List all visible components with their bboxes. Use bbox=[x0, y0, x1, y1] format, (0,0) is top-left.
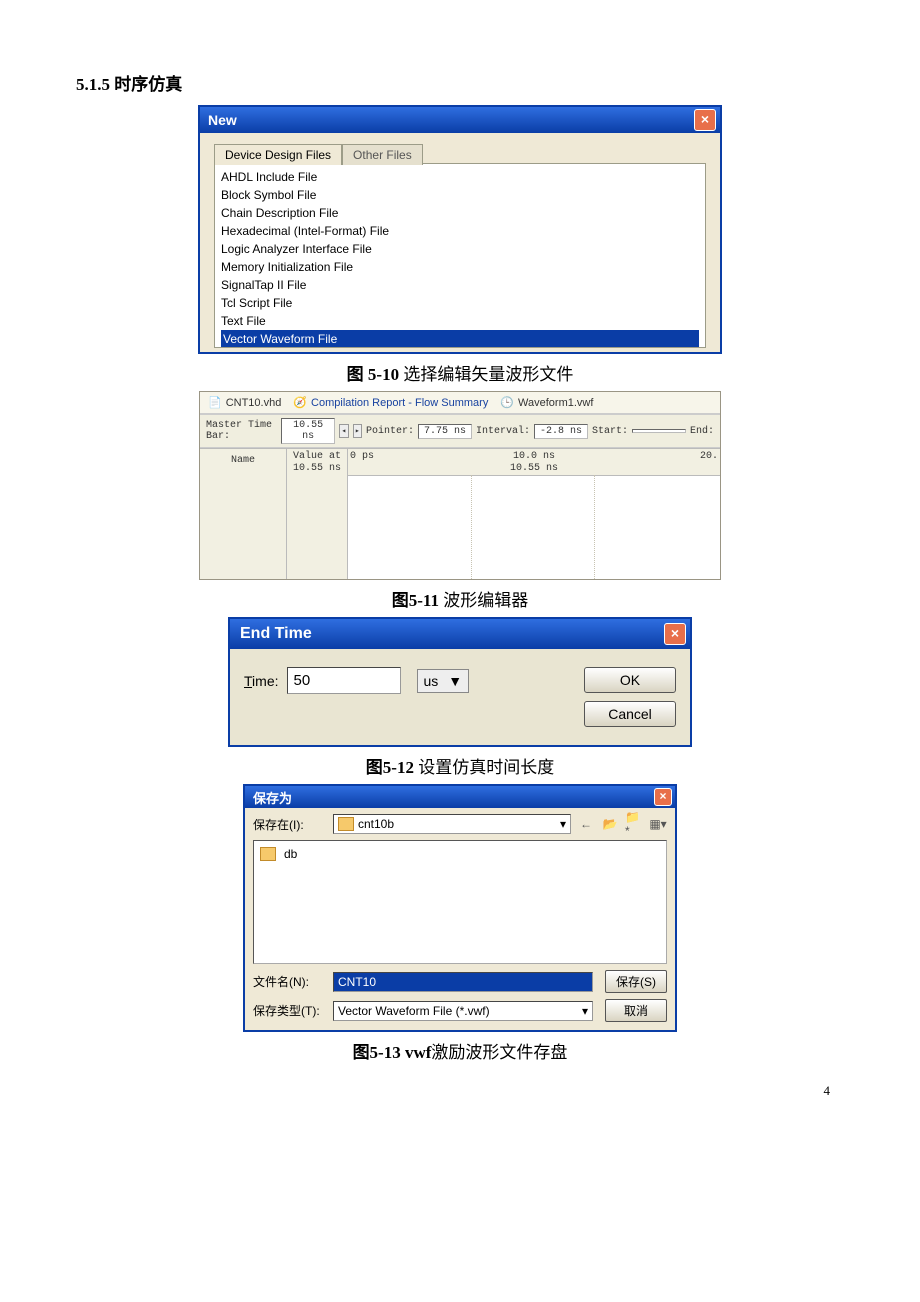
ok-button[interactable]: OK bbox=[584, 667, 676, 693]
prev-bar-button[interactable]: ◂ bbox=[339, 424, 348, 438]
chevron-down-icon: ▼ bbox=[448, 673, 462, 689]
figure-caption: 图5-11 波形编辑器 bbox=[70, 586, 850, 611]
scale-label: 10.0 ns bbox=[513, 451, 555, 462]
waveform-canvas[interactable]: 0 ps 10.0 ns 10.55 ns 20. bbox=[348, 449, 720, 579]
pointer-label: Pointer: bbox=[366, 426, 414, 437]
views-icon[interactable]: ▦▾ bbox=[649, 815, 667, 833]
list-item[interactable]: Logic Analyzer Interface File bbox=[221, 240, 699, 258]
file-type-list[interactable]: AHDL Include File Block Symbol File Chai… bbox=[214, 163, 706, 348]
list-item-selected[interactable]: Vector Waveform File bbox=[221, 330, 699, 348]
tab-device-design-files[interactable]: Device Design Files bbox=[214, 144, 342, 165]
folder-item[interactable]: db bbox=[260, 847, 297, 861]
interval-label: Interval: bbox=[476, 426, 530, 437]
dialog-title: 保存为 bbox=[253, 788, 292, 807]
tab-waveform-file[interactable]: 🕒 Waveform1.vwf bbox=[500, 396, 593, 409]
filetype-combo[interactable]: Vector Waveform File (*.vwf) ▾ bbox=[333, 1001, 593, 1021]
end-time-dialog: End Time × Time: 50 us ▼ OK Cancel bbox=[228, 617, 692, 747]
list-item[interactable]: Memory Initialization File bbox=[221, 258, 699, 276]
dialog-title: New bbox=[208, 112, 237, 128]
titlebar: New × bbox=[200, 107, 720, 133]
scale-cursor-label: 10.55 ns bbox=[510, 463, 558, 474]
chevron-down-icon: ▾ bbox=[560, 817, 566, 831]
list-item[interactable]: AHDL Include File bbox=[221, 168, 699, 186]
time-unit-select[interactable]: us ▼ bbox=[417, 669, 470, 693]
column-header-name: Name bbox=[200, 449, 287, 579]
save-in-label: 保存在(I): bbox=[253, 816, 327, 833]
list-item[interactable]: Block Symbol File bbox=[221, 186, 699, 204]
list-item[interactable]: Text File bbox=[221, 312, 699, 330]
column-header-value: Value at 10.55 ns bbox=[287, 449, 348, 579]
up-folder-icon[interactable]: 📂 bbox=[601, 815, 619, 833]
folder-icon bbox=[338, 817, 354, 831]
close-icon[interactable]: × bbox=[654, 788, 672, 806]
titlebar: End Time × bbox=[230, 619, 690, 649]
pointer-value: 7.75 ns bbox=[418, 424, 472, 439]
new-folder-icon[interactable]: 📁* bbox=[625, 815, 643, 833]
save-in-combo[interactable]: cnt10b ▾ bbox=[333, 814, 571, 834]
tab-other-files[interactable]: Other Files bbox=[342, 144, 423, 165]
list-item[interactable]: Tcl Script File bbox=[221, 294, 699, 312]
page-number: 4 bbox=[824, 1083, 831, 1099]
figure-caption: 图5-13 vwf激励波形文件存盘 bbox=[70, 1038, 850, 1063]
interval-value: -2.8 ns bbox=[534, 424, 588, 439]
figure-caption: 图 5-10 选择编辑矢量波形文件 bbox=[70, 360, 850, 385]
list-item[interactable]: Chain Description File bbox=[221, 204, 699, 222]
close-icon[interactable]: × bbox=[694, 109, 716, 131]
back-icon[interactable]: ← bbox=[577, 815, 595, 833]
dialog-title: End Time bbox=[240, 625, 312, 643]
figure-caption: 图5-12 设置仿真时间长度 bbox=[70, 753, 850, 778]
list-item[interactable]: Hexadecimal (Intel-Format) File bbox=[221, 222, 699, 240]
time-label: Time: bbox=[244, 673, 279, 689]
end-label: End: bbox=[690, 426, 714, 437]
filename-label: 文件名(N): bbox=[253, 973, 327, 990]
tab-compilation-report[interactable]: 🧭 Compilation Report - Flow Summary bbox=[293, 396, 488, 409]
scale-label: 20. bbox=[700, 451, 718, 462]
section-heading: 5.1.5 时序仿真 bbox=[76, 70, 850, 95]
file-list[interactable]: db bbox=[253, 840, 667, 964]
master-time-bar-value[interactable]: 10.55 ns bbox=[281, 418, 335, 444]
cancel-button[interactable]: 取消 bbox=[605, 999, 667, 1022]
wave-icon: 🕒 bbox=[500, 396, 514, 409]
folder-icon bbox=[260, 847, 276, 861]
master-time-bar-label: Master Time Bar: bbox=[206, 420, 277, 442]
cancel-button[interactable]: Cancel bbox=[584, 701, 676, 727]
time-input[interactable]: 50 bbox=[287, 667, 401, 694]
filetype-label: 保存类型(T): bbox=[253, 1002, 327, 1019]
tab-strip: Device Design Files Other Files bbox=[214, 143, 706, 164]
list-item[interactable]: SignalTap II File bbox=[221, 276, 699, 294]
scale-label: 0 ps bbox=[350, 451, 374, 462]
new-file-dialog: New × Device Design Files Other Files AH… bbox=[198, 105, 722, 354]
doc-icon: 📄 bbox=[208, 396, 222, 409]
start-value[interactable] bbox=[632, 429, 686, 433]
save-as-dialog: 保存为 × 保存在(I): cnt10b ▾ ← 📂 📁* ▦▾ db bbox=[243, 784, 677, 1032]
report-icon: 🧭 bbox=[293, 396, 307, 409]
close-icon[interactable]: × bbox=[664, 623, 686, 645]
chevron-down-icon: ▾ bbox=[582, 1004, 588, 1018]
start-label: Start: bbox=[592, 426, 628, 437]
waveform-editor: 📄 CNT10.vhd 🧭 Compilation Report - Flow … bbox=[199, 391, 721, 580]
tab-vhd-file[interactable]: 📄 CNT10.vhd bbox=[208, 396, 281, 409]
filename-input[interactable]: CNT10 bbox=[333, 972, 593, 992]
next-bar-button[interactable]: ▸ bbox=[353, 424, 362, 438]
save-button[interactable]: 保存(S) bbox=[605, 970, 667, 993]
titlebar: 保存为 × bbox=[245, 786, 675, 808]
